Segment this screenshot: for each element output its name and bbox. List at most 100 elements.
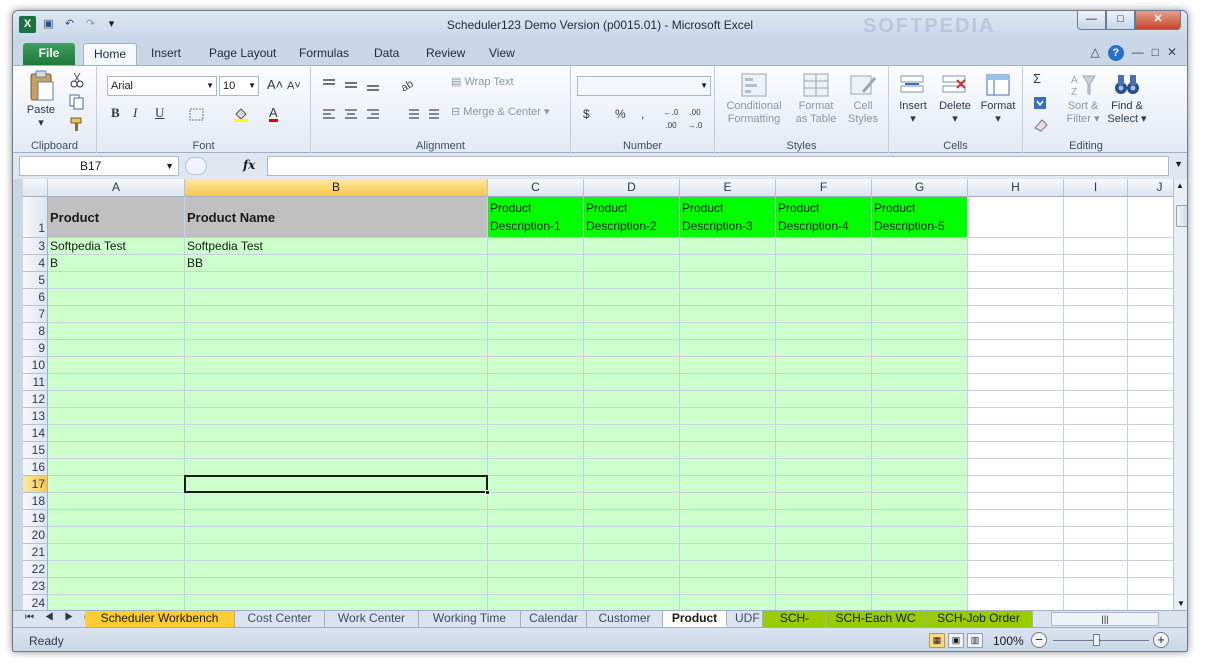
cell-b22[interactable] [185, 561, 488, 578]
cell-g10[interactable] [872, 357, 968, 374]
row-header-19[interactable]: 19 [23, 510, 48, 527]
row-header-6[interactable]: 6 [23, 289, 48, 306]
cell-f7[interactable] [776, 306, 872, 323]
sort-filter-button[interactable]: AZ Sort & Filter ▾ [1063, 72, 1103, 126]
tab-page-layout[interactable]: Page Layout [199, 43, 286, 65]
cell-d3[interactable] [584, 238, 680, 255]
cell-i8[interactable] [1064, 323, 1128, 340]
cell-a8[interactable] [48, 323, 185, 340]
cell-f4[interactable] [776, 255, 872, 272]
cell-g18[interactable] [872, 493, 968, 510]
fill-icon[interactable] [1033, 96, 1047, 110]
cell-h23[interactable] [968, 578, 1064, 595]
column-header-h[interactable]: H [968, 179, 1064, 197]
percent-button[interactable]: % [615, 108, 626, 121]
sheet-tab-sch-job-order[interactable]: SCH-Job Order [925, 611, 1033, 627]
cell-f6[interactable] [776, 289, 872, 306]
cell-d18[interactable] [584, 493, 680, 510]
cell-h7[interactable] [968, 306, 1064, 323]
expand-formula-bar-icon[interactable]: ▼ [1174, 159, 1183, 169]
cell-d22[interactable] [584, 561, 680, 578]
cell-i18[interactable] [1064, 493, 1128, 510]
cell-f19[interactable] [776, 510, 872, 527]
worksheet-grid[interactable]: A B C D E F G H I J 1 Product Product Name Product Des… [23, 179, 1173, 610]
format-as-table-button[interactable]: Format as Table [791, 72, 841, 126]
cell-j17[interactable] [1128, 476, 1173, 493]
tab-home[interactable]: Home [83, 43, 138, 65]
header-cell-e[interactable]: Product Description-3 [680, 197, 776, 238]
cell-g12[interactable] [872, 391, 968, 408]
sheet-tab-udf[interactable]: UDF [727, 611, 763, 627]
cell-a19[interactable] [48, 510, 185, 527]
row-header-10[interactable]: 10 [23, 357, 48, 374]
cell-a17[interactable] [48, 476, 185, 493]
cell-i17[interactable] [1064, 476, 1128, 493]
borders-icon[interactable] [189, 108, 205, 122]
cell-i11[interactable] [1064, 374, 1128, 391]
restore-button[interactable]: □ [1106, 11, 1135, 30]
row-header-16[interactable]: 16 [23, 459, 48, 476]
sheet-tab-calendar[interactable]: Calendar [521, 611, 587, 627]
cell-d17[interactable] [584, 476, 680, 493]
cell-b19[interactable] [185, 510, 488, 527]
cell-c9[interactable] [488, 340, 584, 357]
format-cells-button[interactable]: Format ▾ [977, 72, 1019, 126]
cell-b4[interactable]: BB [185, 255, 488, 272]
cell-i23[interactable] [1064, 578, 1128, 595]
cell-g19[interactable] [872, 510, 968, 527]
cell-f8[interactable] [776, 323, 872, 340]
name-box[interactable]: B17 ▼ [19, 156, 179, 176]
cell-c17[interactable] [488, 476, 584, 493]
cell-j6[interactable] [1128, 289, 1173, 306]
cell-d13[interactable] [584, 408, 680, 425]
page-layout-view-icon[interactable]: ▣ [948, 633, 964, 648]
cell-e11[interactable] [680, 374, 776, 391]
minimize-button[interactable]: — [1077, 11, 1106, 30]
cell-a13[interactable] [48, 408, 185, 425]
zoom-in-button[interactable]: + [1153, 632, 1169, 648]
header-cell-g[interactable]: Product Description-5 [872, 197, 968, 238]
cell-j16[interactable] [1128, 459, 1173, 476]
cell-c18[interactable] [488, 493, 584, 510]
cell-e4[interactable] [680, 255, 776, 272]
cell-j3[interactable] [1128, 238, 1173, 255]
cell-j10[interactable] [1128, 357, 1173, 374]
column-header-a[interactable]: A [48, 179, 185, 197]
row-header-12[interactable]: 12 [23, 391, 48, 408]
header-cell-j[interactable] [1128, 197, 1173, 238]
cell-d6[interactable] [584, 289, 680, 306]
column-header-b[interactable]: B [185, 179, 488, 197]
sheet-tab-sch-wc[interactable]: SCH-WC [763, 611, 827, 640]
tab-file[interactable]: File [23, 43, 75, 65]
cell-j14[interactable] [1128, 425, 1173, 442]
cell-f10[interactable] [776, 357, 872, 374]
cell-h22[interactable] [968, 561, 1064, 578]
cell-g21[interactable] [872, 544, 968, 561]
scroll-down-icon[interactable]: ▼ [1177, 599, 1185, 608]
cell-h17[interactable] [968, 476, 1064, 493]
cell-i4[interactable] [1064, 255, 1128, 272]
conditional-formatting-button[interactable]: Conditional Formatting [719, 72, 789, 126]
cell-d4[interactable] [584, 255, 680, 272]
cell-e16[interactable] [680, 459, 776, 476]
cell-e14[interactable] [680, 425, 776, 442]
header-cell-d[interactable]: Product Description-2 [584, 197, 680, 238]
cell-c22[interactable] [488, 561, 584, 578]
cell-j11[interactable] [1128, 374, 1173, 391]
cell-e15[interactable] [680, 442, 776, 459]
cell-f13[interactable] [776, 408, 872, 425]
cell-j8[interactable] [1128, 323, 1173, 340]
cell-h15[interactable] [968, 442, 1064, 459]
cell-d14[interactable] [584, 425, 680, 442]
cell-a16[interactable] [48, 459, 185, 476]
cell-i16[interactable] [1064, 459, 1128, 476]
cell-h11[interactable] [968, 374, 1064, 391]
tab-view[interactable]: View [479, 43, 525, 65]
cell-g20[interactable] [872, 527, 968, 544]
cell-e10[interactable] [680, 357, 776, 374]
cell-j18[interactable] [1128, 493, 1173, 510]
cell-e24[interactable] [680, 595, 776, 610]
cell-d5[interactable] [584, 272, 680, 289]
orientation-icon[interactable]: ab [399, 76, 421, 92]
page-break-view-icon[interactable]: ▥ [967, 633, 983, 648]
